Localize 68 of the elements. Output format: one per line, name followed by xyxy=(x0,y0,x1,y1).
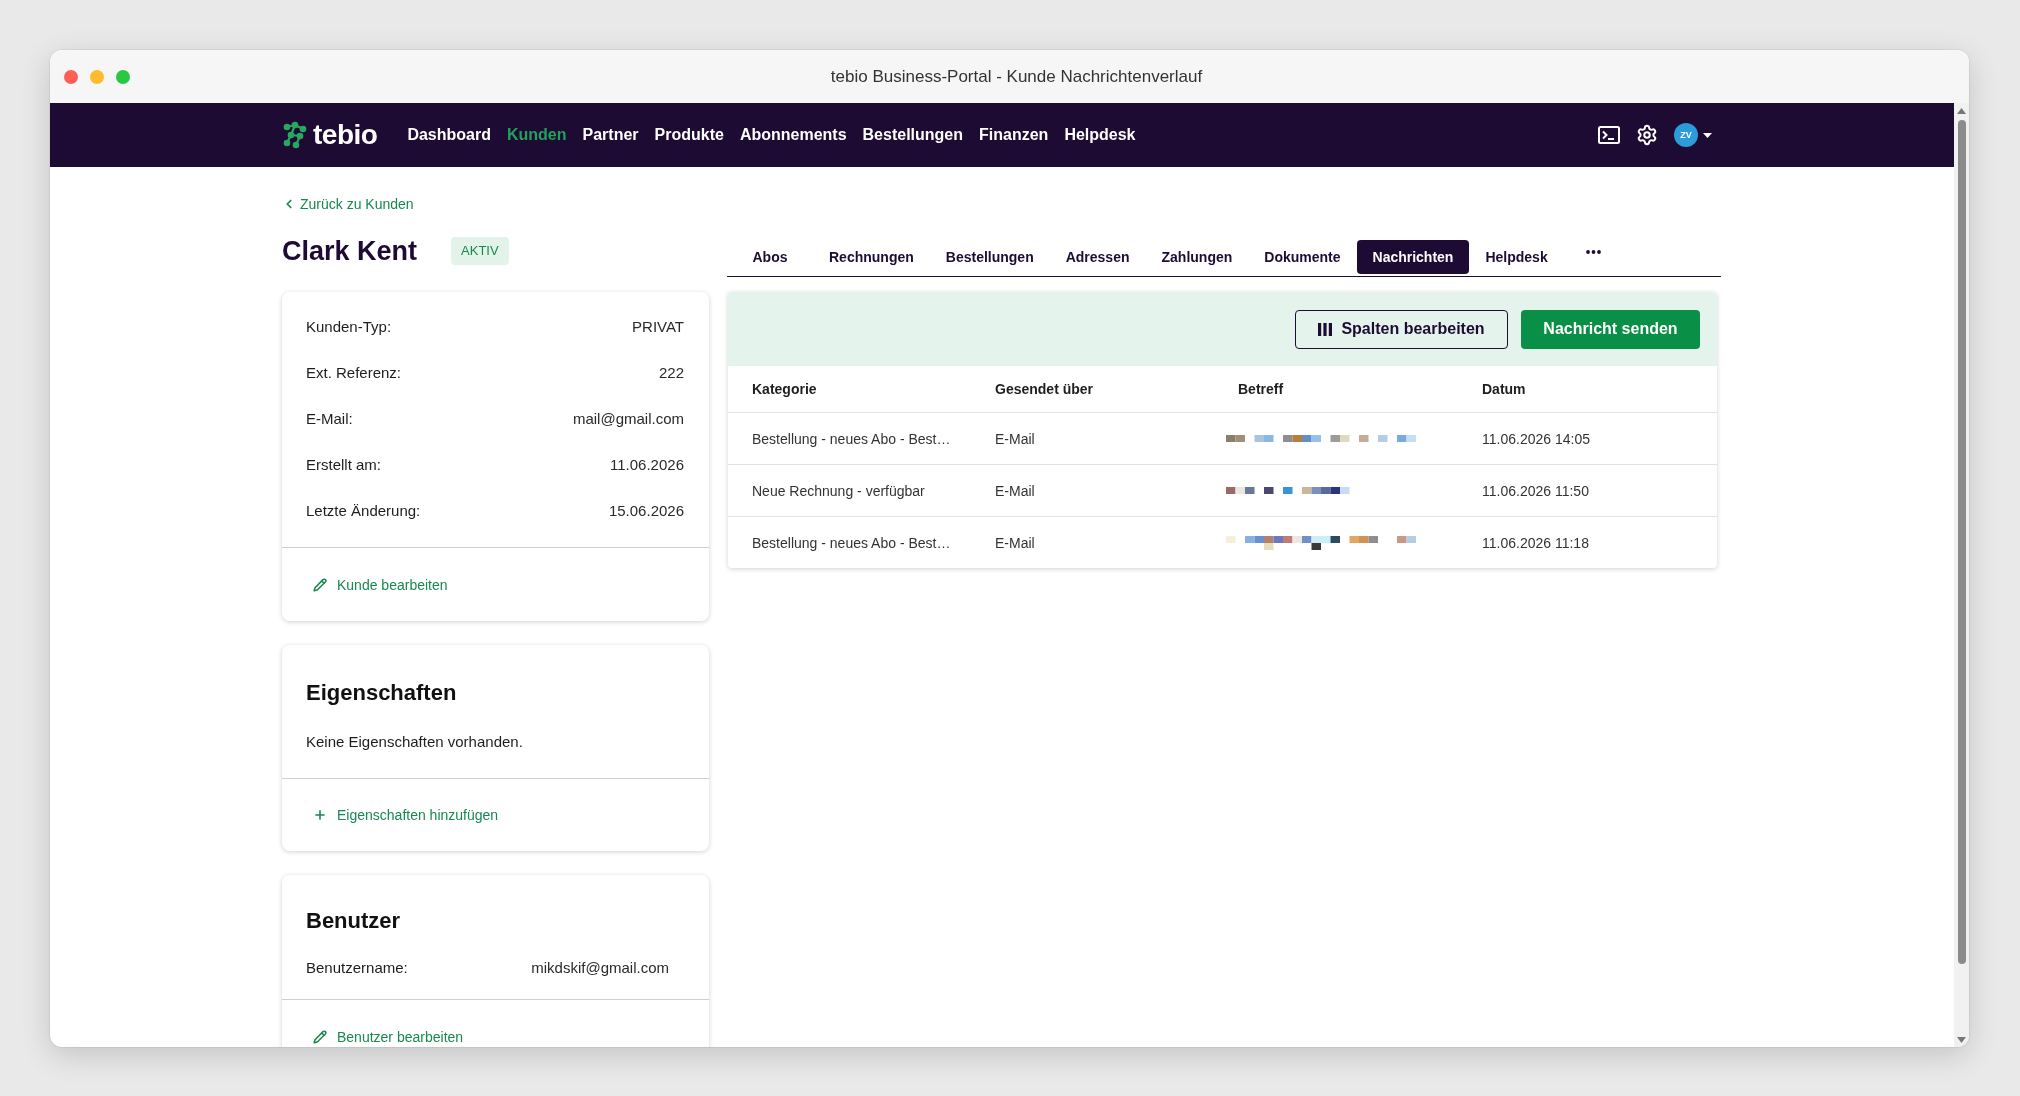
add-properties-link[interactable]: Eigenschaften hinzufügen xyxy=(313,806,499,824)
tab[interactable]: Adressen xyxy=(1049,240,1146,274)
field-value: 222 xyxy=(658,363,684,381)
window-title: tebio Business-Portal - Kunde Nachrichtenverlauf xyxy=(830,66,1203,87)
logo-icon xyxy=(282,121,308,149)
customer-name: Clark Kent xyxy=(282,235,418,267)
logo-wordmark[interactable]: tebio xyxy=(313,119,378,151)
nav-link[interactable]: Bestellungen xyxy=(862,126,964,144)
table-cell-text: 11.06.2026 11:50 xyxy=(1482,482,1590,499)
field-label: Erstellt am: xyxy=(306,455,381,473)
terminal-icon[interactable] xyxy=(1598,126,1620,144)
table-cell-text: 11.06.2026 14:05 xyxy=(1482,430,1591,447)
nav-link[interactable]: Partner xyxy=(582,126,639,144)
table-cell-text: Bestellung - neues Abo - Best… xyxy=(752,534,952,551)
more-icon[interactable] xyxy=(1585,250,1601,254)
settings-icon[interactable] xyxy=(1636,124,1658,146)
edit-columns-button[interactable]: Spalten bearbeiten xyxy=(1295,309,1508,349)
field-value: mikdskif@gmail.com xyxy=(531,958,669,976)
send-message-button[interactable]: Nachricht senden xyxy=(1521,309,1700,349)
nav-link[interactable]: Kunden xyxy=(506,126,567,144)
scrollbar[interactable] xyxy=(1954,103,1969,1047)
column-header: Betreff xyxy=(1238,381,1285,397)
nav-link[interactable]: Finanzen xyxy=(979,126,1049,144)
field-label: Benutzername: xyxy=(306,958,408,976)
maximize-icon[interactable] xyxy=(116,69,130,84)
plus-icon xyxy=(313,808,327,822)
table-cell-text: E-Mail xyxy=(995,430,1036,447)
card-title: Benutzer xyxy=(306,907,402,935)
nav-link[interactable]: Helpdesk xyxy=(1064,126,1136,144)
tab[interactable]: Bestellungen xyxy=(929,240,1050,274)
field-label: E-Mail: xyxy=(306,409,353,427)
column-header: Kategorie xyxy=(752,381,818,397)
tab[interactable]: Helpdesk xyxy=(1469,240,1564,274)
column-header: Datum xyxy=(1482,381,1527,397)
column-header: Gesendet über xyxy=(995,381,1095,397)
nav-link[interactable]: Produkte xyxy=(654,126,724,144)
back-link[interactable]: Zurück zu Kunden xyxy=(282,194,414,214)
tab[interactable]: Abos xyxy=(727,240,813,274)
field-label: Kunden-Typ: xyxy=(306,317,392,335)
table-cell-text: E-Mail xyxy=(995,482,1036,499)
caret-up-icon[interactable] xyxy=(1957,108,1966,114)
tab[interactable]: Zahlungen xyxy=(1145,240,1249,274)
pencil-icon xyxy=(313,578,327,592)
nav-link[interactable]: Abonnements xyxy=(739,126,847,144)
card-title: Eigenschaften xyxy=(306,679,458,707)
field-label: Letzte Änderung: xyxy=(306,501,421,519)
table-cell-text: 11.06.2026 11:18 xyxy=(1482,534,1590,551)
edit-customer-link[interactable]: Kunde bearbeiten xyxy=(313,576,448,594)
field-value: mail@gmail.com xyxy=(572,409,684,427)
columns-icon xyxy=(1318,322,1333,336)
tab[interactable]: Nachrichten xyxy=(1356,240,1470,274)
scrollbar-thumb[interactable] xyxy=(1957,120,1966,964)
empty-state-text: Keine Eigenschaften vorhanden. xyxy=(306,732,524,752)
nav-link[interactable]: Dashboard xyxy=(407,126,491,144)
table-cell-text: Neue Rechnung - verfügbar xyxy=(752,482,926,499)
field-value: 15.06.2026 xyxy=(608,501,684,519)
tab[interactable]: Dokumente xyxy=(1248,240,1357,274)
tab[interactable]: Rechnungen xyxy=(813,240,930,274)
close-icon[interactable] xyxy=(64,69,78,84)
field-value: 11.06.2026 xyxy=(610,455,684,473)
edit-user-link[interactable]: Benutzer bearbeiten xyxy=(313,1028,464,1046)
caret-down-icon[interactable] xyxy=(1703,132,1712,138)
status-badge: AKTIV xyxy=(451,237,509,265)
table-cell-text: Bestellung - neues Abo - Best… xyxy=(752,430,952,447)
table-cell-text: E-Mail xyxy=(995,534,1036,551)
field-value: PRIVAT xyxy=(632,317,684,335)
field-label: Ext. Referenz: xyxy=(306,363,402,381)
pencil-icon xyxy=(313,1030,327,1044)
